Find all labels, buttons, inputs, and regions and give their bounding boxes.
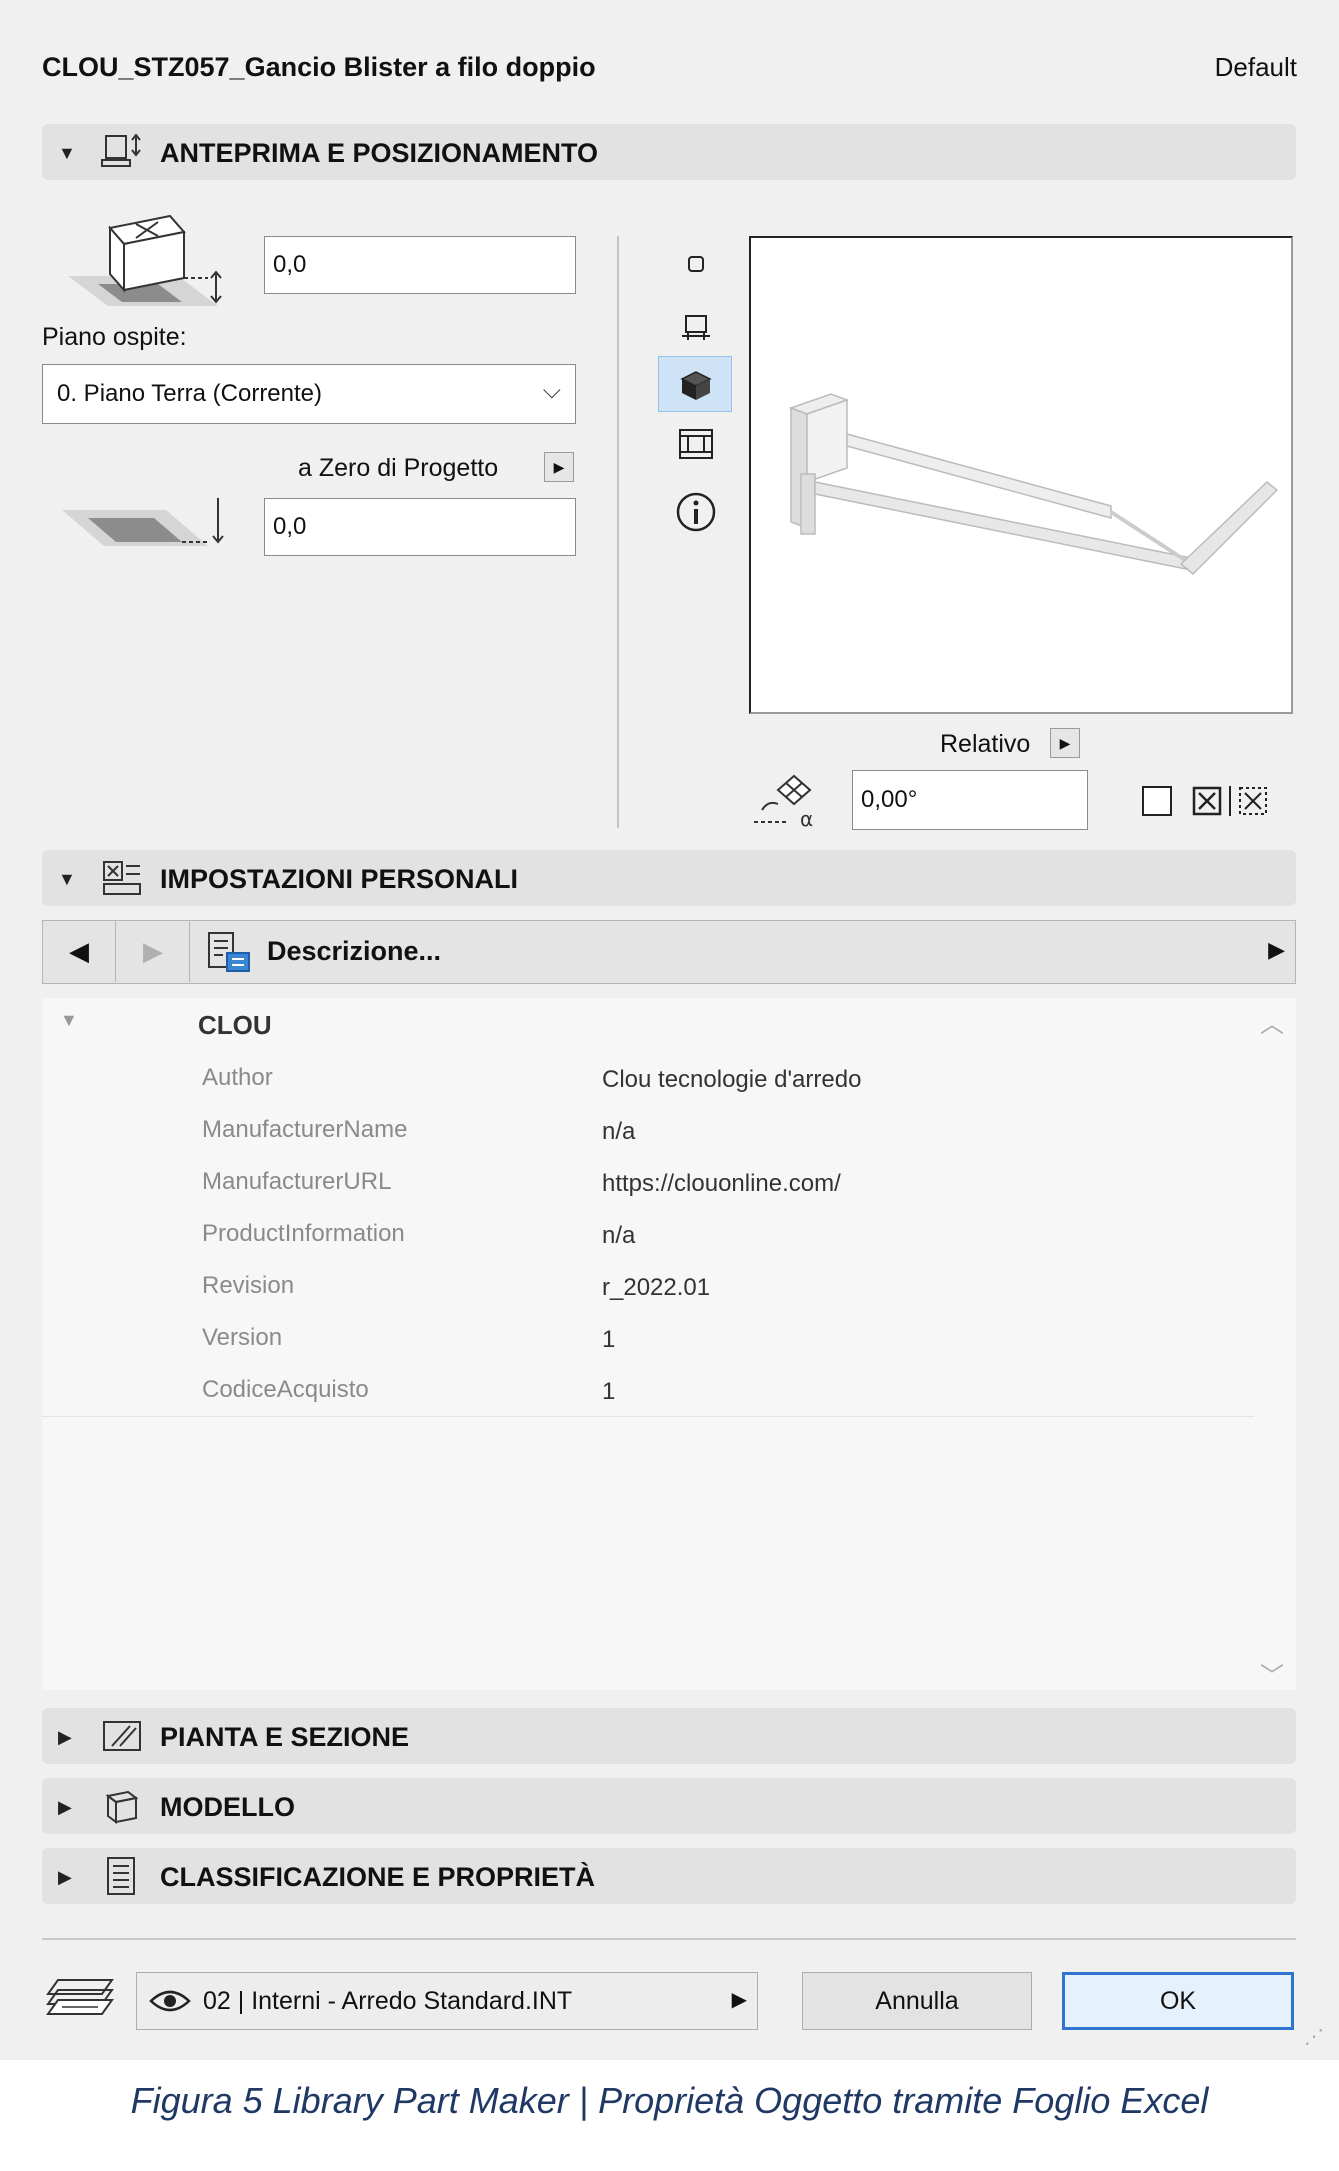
parameter-value[interactable]: 1	[602, 1326, 615, 1354]
home-story-label: Piano ospite:	[42, 323, 187, 351]
figure-caption: Figura 5 Library Part Maker | Proprietà …	[130, 2080, 1209, 2121]
parameter-group-name: CLOU	[198, 1010, 272, 1040]
page-name[interactable]: Descrizione...	[267, 936, 441, 967]
parameter-value[interactable]: 1	[602, 1378, 615, 1406]
chevron-down-icon: ⌵	[542, 377, 561, 404]
reference-label: a Zero di Progetto	[298, 454, 499, 482]
layer-select[interactable]: 02 | Interni - Arredo Standard.INT ▶	[136, 1972, 758, 2030]
section-header-anteprima[interactable]: ▼ ANTEPRIMA E POSIZIONAMENTO	[42, 124, 1296, 180]
square-icon	[688, 256, 704, 272]
parameter-row[interactable]: Revision r_2022.01	[42, 1260, 1254, 1313]
info-button[interactable]	[674, 490, 718, 534]
expand-triangle-icon: ▶	[58, 1727, 72, 1747]
svg-text:α: α	[800, 807, 813, 830]
relative-label: Relativo	[940, 730, 1031, 758]
hook-preview-image	[788, 393, 1279, 576]
elevation-icon	[62, 498, 224, 546]
preset-label[interactable]: Default	[1215, 52, 1297, 83]
classification-list-icon	[107, 1857, 135, 1895]
cube-3d-icon	[680, 371, 712, 400]
section-label: MODELLO	[160, 1792, 295, 1822]
parameter-name: CodiceAcquisto	[202, 1376, 369, 1403]
parameter-row[interactable]: ManufacturerName n/a	[42, 1104, 1254, 1157]
section-label: ANTEPRIMA E POSIZIONAMENTO	[160, 138, 599, 168]
eye-icon	[149, 1990, 191, 2012]
layer-name: 02 | Interni - Arredo Standard.INT	[203, 1987, 573, 2015]
offset-input[interactable]: 0,0	[264, 236, 576, 294]
view-side-button[interactable]	[676, 308, 716, 348]
home-story-value: 0. Piano Terra (Corrente)	[57, 380, 323, 407]
parameter-name: ManufacturerName	[202, 1116, 408, 1143]
arrow-left-icon: ◀	[69, 936, 89, 966]
custom-settings-icon	[103, 861, 141, 895]
section-label: CLASSIFICAZIONE E PROPRIETÀ	[160, 1862, 596, 1892]
next-page-button[interactable]: ▶	[117, 921, 190, 982]
section-header-classificazione[interactable]: ▶ CLASSIFICAZIONE E PROPRIETÀ	[42, 1848, 1296, 1904]
panel-divider	[617, 236, 619, 828]
relative-menu-button[interactable]: ▶	[1050, 728, 1080, 758]
parameter-name: Author	[202, 1064, 273, 1091]
object-settings-dialog: CLOU_STZ057_Gancio Blister a filo doppio…	[0, 0, 1339, 2060]
parameter-row[interactable]: ProductInformation n/a	[42, 1208, 1254, 1261]
section-label: PIANTA E SEZIONE	[160, 1722, 410, 1752]
footer-divider	[42, 1938, 1296, 1940]
view-3d-button[interactable]	[658, 356, 732, 412]
rotation-angle-input[interactable]: 0,00°	[852, 770, 1088, 830]
scroll-down-icon[interactable]: ﹀	[1260, 1656, 1284, 1691]
film-strip-icon	[679, 429, 713, 459]
section-label: IMPOSTAZIONI PERSONALI	[160, 864, 519, 894]
layers-icon	[46, 1979, 114, 2015]
preview-canvas[interactable]	[749, 236, 1293, 714]
parameter-name: ProductInformation	[202, 1220, 405, 1247]
expand-triangle-icon: ▶	[58, 1797, 72, 1817]
view-elevation-button[interactable]	[676, 424, 716, 464]
section-header-modello[interactable]: ▶ MODELLO	[42, 1778, 1296, 1834]
parameter-row[interactable]: ManufacturerURL https://clouonline.com/	[42, 1156, 1254, 1209]
parameter-name: ManufacturerURL	[202, 1168, 392, 1195]
parameter-row[interactable]: CodiceAcquisto 1	[42, 1364, 1254, 1417]
parameter-value[interactable]: Clou tecnologie d'arredo	[602, 1066, 861, 1094]
elevation-input[interactable]: 0,0	[264, 498, 576, 556]
parameter-row[interactable]: Author Clou tecnologie d'arredo	[42, 1052, 1254, 1105]
dialog-title: CLOU_STZ057_Gancio Blister a filo doppio	[42, 52, 596, 82]
model-cube-icon	[105, 1790, 139, 1824]
rotation-angle-icon: α	[754, 774, 813, 830]
arrow-right-icon: ▶	[143, 936, 163, 966]
expand-triangle-icon: ▶	[58, 1867, 72, 1887]
chair-icon	[682, 315, 710, 340]
info-icon	[676, 492, 716, 532]
parameter-row[interactable]: Version 1	[42, 1312, 1254, 1365]
previous-page-button[interactable]: ◀	[43, 921, 116, 982]
parameter-value[interactable]: https://clouonline.com/	[602, 1170, 841, 1198]
resize-grip-icon[interactable]: ⋰	[1304, 2024, 1324, 2049]
parameter-value[interactable]: n/a	[602, 1118, 635, 1146]
home-story-select[interactable]: 0. Piano Terra (Corrente) ⌵	[42, 364, 576, 424]
object-offset-icon	[68, 214, 222, 306]
view-2d-button[interactable]	[680, 248, 712, 280]
layer-menu-arrow-icon: ▶	[731, 1989, 747, 2011]
floor-plan-section-icon	[103, 1721, 141, 1751]
settings-page-bar: ◀ ▶ Descrizione... ▶	[42, 920, 1296, 984]
scroll-up-icon[interactable]: ︿	[1260, 1004, 1284, 1039]
parameter-value[interactable]: n/a	[602, 1222, 635, 1250]
ok-button[interactable]: OK	[1062, 1972, 1294, 2030]
group-collapse-icon[interactable]: ▼	[60, 1010, 78, 1031]
description-page-icon	[208, 932, 250, 972]
collapse-triangle-icon: ▼	[58, 869, 76, 889]
section-header-pianta[interactable]: ▶ PIANTA E SEZIONE	[42, 1708, 1296, 1764]
collapse-triangle-icon: ▼	[58, 143, 76, 163]
cancel-button[interactable]: Annulla	[802, 1972, 1032, 2030]
parameter-name: Version	[202, 1324, 283, 1351]
parameter-name: Revision	[202, 1272, 295, 1299]
parameter-value[interactable]: r_2022.01	[602, 1274, 710, 1302]
mirror-options-icon[interactable]	[1190, 784, 1286, 818]
section-header-impostazioni[interactable]: ▼ IMPOSTAZIONI PERSONALI	[42, 850, 1296, 906]
page-menu-arrow-icon[interactable]: ▶	[1268, 937, 1285, 963]
mirror-none-checkbox[interactable]	[1142, 786, 1172, 816]
preview-positioning-icon	[101, 133, 141, 167]
reference-menu-button[interactable]: ▶	[544, 452, 574, 482]
